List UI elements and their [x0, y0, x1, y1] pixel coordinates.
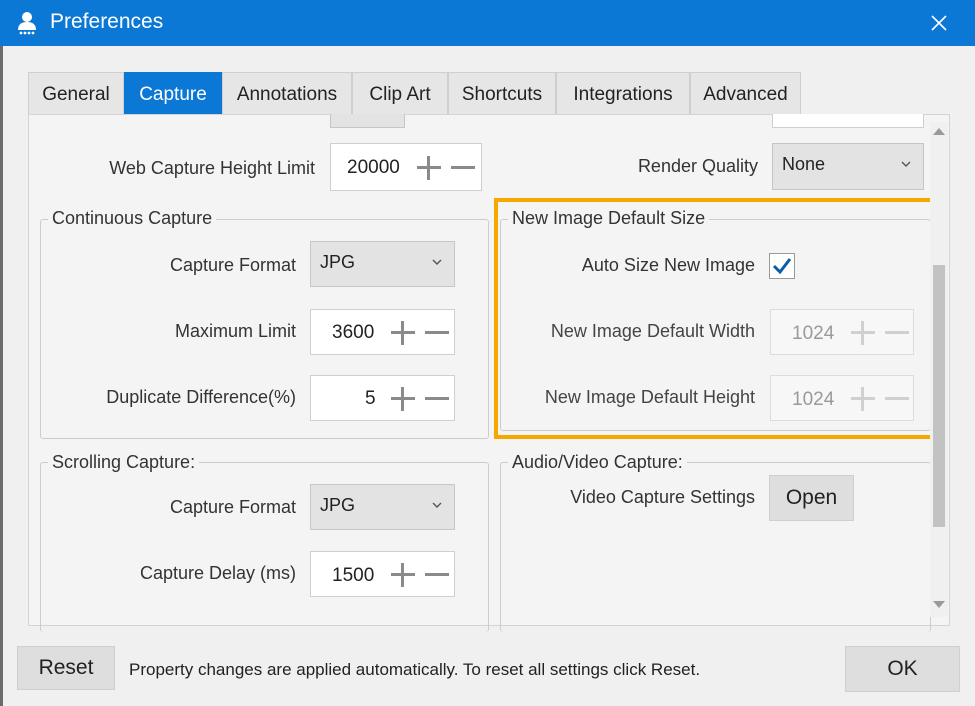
chevron-down-icon [901, 161, 911, 167]
maximum-limit-value[interactable]: 3600 [332, 322, 374, 344]
duplicate-difference-label: Duplicate Difference(%) [106, 387, 296, 407]
duplicate-difference-stepper: 5 [310, 375, 455, 421]
ok-button[interactable]: OK [845, 646, 960, 692]
reset-button[interactable]: Reset [17, 646, 115, 690]
minus-icon[interactable] [425, 387, 449, 411]
scrolled-control-fragment [330, 114, 405, 128]
window-edge [0, 46, 3, 706]
tab-clip-art[interactable]: Clip Art [352, 72, 448, 114]
close-icon [931, 15, 947, 31]
duplicate-difference-value[interactable]: 5 [365, 388, 376, 410]
footer-message: Property changes are applied automatical… [129, 660, 701, 679]
plus-icon[interactable] [391, 563, 415, 587]
tab-integrations[interactable]: Integrations [556, 72, 690, 114]
tab-general[interactable]: General [28, 72, 124, 114]
scrolling-format-select[interactable]: JPG [310, 484, 455, 530]
minus-icon[interactable] [425, 321, 449, 345]
continuous-format-label: Capture Format [169, 255, 296, 275]
minus-icon[interactable] [451, 156, 475, 180]
continuous-capture-title: Continuous Capture [48, 208, 217, 229]
tab-advanced[interactable]: Advanced [690, 72, 801, 114]
maximum-limit-stepper: 3600 [310, 309, 455, 355]
web-capture-height-value[interactable]: 20000 [347, 157, 400, 179]
render-quality-label: Render Quality [637, 156, 758, 176]
web-capture-height-label: Web Capture Height Limit [109, 158, 315, 178]
plus-icon[interactable] [391, 387, 415, 411]
continuous-format-select[interactable]: JPG [310, 241, 455, 287]
render-quality-value: None [782, 154, 826, 174]
render-quality-select[interactable]: None [772, 143, 924, 190]
scrolling-format-label: Capture Format [169, 497, 296, 517]
capture-delay-value[interactable]: 1500 [332, 565, 374, 587]
window-title: Preferences [50, 10, 164, 33]
audio-video-capture-title: Audio/Video Capture: [508, 452, 687, 473]
scroll-down-arrow-icon[interactable] [932, 600, 946, 610]
web-capture-height-stepper: 20000 [330, 143, 482, 191]
open-button[interactable]: Open [769, 475, 854, 521]
chevron-down-icon [432, 259, 442, 265]
tab-annotations[interactable]: Annotations [222, 72, 352, 114]
capture-delay-label: Capture Delay (ms) [139, 563, 296, 583]
highlight-box [494, 198, 934, 439]
scrolling-format-value: JPG [320, 495, 356, 515]
title-bar: Preferences [0, 0, 975, 46]
chevron-down-icon [432, 502, 442, 508]
capture-delay-stepper: 1500 [310, 551, 455, 597]
plus-icon[interactable] [417, 156, 441, 180]
continuous-format-value: JPG [320, 252, 356, 272]
scroll-up-arrow-icon[interactable] [932, 126, 946, 136]
scrollbar-thumb[interactable] [933, 265, 945, 527]
close-button[interactable] [918, 6, 960, 40]
tab-shortcuts[interactable]: Shortcuts [448, 72, 556, 114]
plus-icon[interactable] [391, 321, 415, 345]
scrolled-field-fragment [772, 114, 924, 128]
scrolling-capture-title: Scrolling Capture: [48, 452, 200, 473]
tab-capture[interactable]: Capture [124, 72, 222, 114]
user-icon [18, 12, 36, 35]
video-capture-settings-label: Video Capture Settings [570, 487, 755, 507]
minus-icon[interactable] [425, 563, 449, 587]
maximum-limit-label: Maximum Limit [174, 321, 296, 341]
